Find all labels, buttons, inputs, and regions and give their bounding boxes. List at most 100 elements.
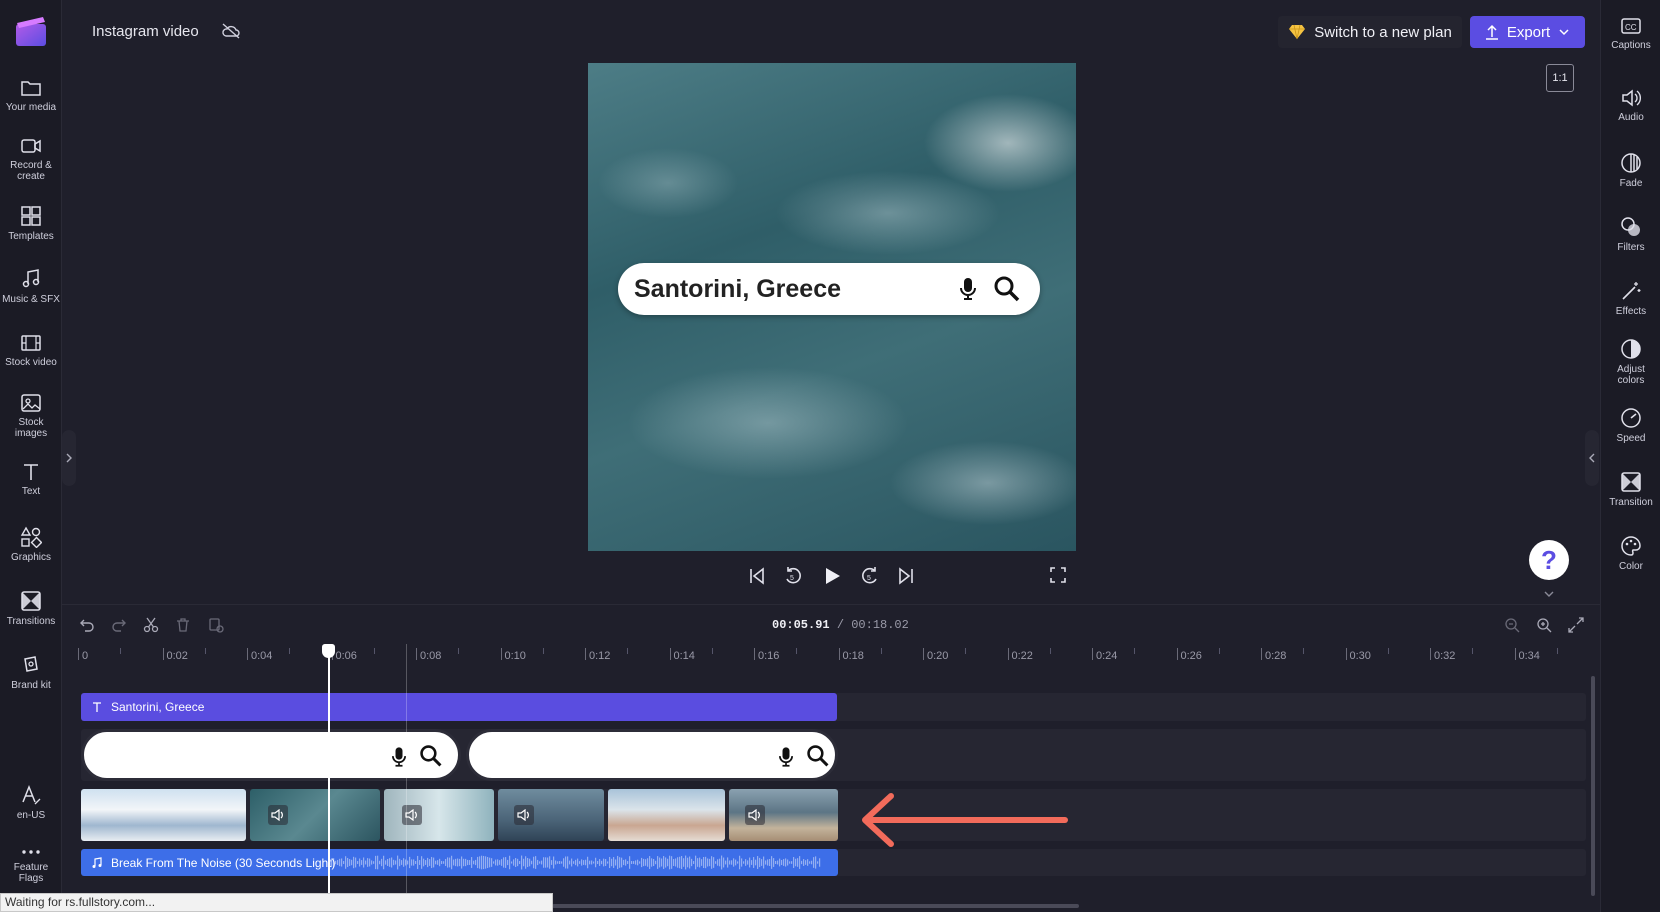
play-icon[interactable]: [822, 566, 842, 586]
video-clip[interactable]: [81, 789, 246, 841]
diamond-icon: [1289, 24, 1306, 40]
skip-to-start-icon[interactable]: [748, 566, 766, 586]
panel-filters[interactable]: Filters: [1601, 216, 1660, 253]
video-preview[interactable]: Santorini, Greece: [588, 63, 1076, 551]
panel-label: Color: [1619, 561, 1643, 572]
music-icon: [22, 269, 40, 288]
nav-label: Text: [21, 486, 41, 497]
overlay-clip[interactable]: [81, 729, 461, 781]
export-button[interactable]: Export: [1470, 16, 1585, 48]
feature-flags-button[interactable]: Feature Flags: [0, 846, 62, 884]
duplicate-icon[interactable]: [208, 617, 224, 633]
nav-brand-kit[interactable]: Brand kit: [0, 654, 62, 691]
rewind-5s-icon[interactable]: 5: [783, 566, 803, 586]
panel-label: Filters: [1617, 242, 1645, 253]
speaker-icon[interactable]: [514, 805, 534, 825]
ruler-tick: [78, 648, 79, 660]
playhead-handle[interactable]: [322, 644, 335, 658]
video-clip[interactable]: [498, 789, 604, 841]
timeline-ruler[interactable]: 0 0:02 0:04 0:06 0:08 0:10 0:12 0:14 0:16 0:18 0:2…: [78, 644, 1598, 668]
panel-transition[interactable]: Transition: [1601, 471, 1660, 508]
microphone-icon: [779, 747, 793, 767]
switch-plan-label: Switch to a new plan: [1314, 23, 1452, 41]
nav-label: Graphics: [10, 552, 51, 563]
switch-plan-button[interactable]: Switch to a new plan: [1278, 16, 1462, 48]
filters-icon: [1621, 217, 1640, 236]
video-clip[interactable]: [384, 789, 494, 841]
left-panel-expand-handle[interactable]: [62, 430, 76, 486]
nav-label: Record & create: [10, 160, 52, 182]
zoom-in-icon[interactable]: [1536, 617, 1552, 633]
nav-stock-images[interactable]: Stock images: [0, 393, 62, 439]
panel-effects[interactable]: Effects: [1601, 280, 1660, 317]
help-button[interactable]: ?: [1529, 540, 1569, 580]
nav-label: Brand kit: [11, 680, 51, 691]
redo-icon[interactable]: [111, 617, 127, 633]
video-clip[interactable]: [250, 789, 380, 841]
speaker-icon[interactable]: [402, 805, 422, 825]
export-label: Export: [1506, 23, 1551, 41]
skip-to-end-icon[interactable]: [897, 566, 915, 586]
nav-templates[interactable]: Templates: [0, 205, 62, 242]
fit-timeline-icon[interactable]: [1568, 617, 1584, 633]
speaker-icon[interactable]: [268, 805, 288, 825]
chevron-down-icon[interactable]: [1543, 590, 1555, 598]
project-title[interactable]: Instagram video: [92, 23, 199, 40]
ruler-label: 0:32: [1434, 650, 1456, 662]
panel-color[interactable]: Color: [1601, 535, 1660, 572]
upload-icon: [1485, 24, 1498, 40]
preview-search-text: Santorini, Greece: [634, 275, 842, 303]
panel-fade[interactable]: Fade: [1601, 152, 1660, 189]
panel-label: Transition: [1609, 497, 1653, 508]
panel-audio[interactable]: Audio: [1601, 88, 1660, 123]
image-icon: [21, 394, 41, 412]
nav-transitions[interactable]: Transitions: [0, 590, 62, 627]
ruler-minor-tick: [711, 648, 713, 654]
search-icon: [420, 745, 442, 767]
ruler-tick: [500, 648, 502, 660]
ruler-minor-tick: [796, 648, 798, 654]
cloud-off-icon[interactable]: [221, 22, 241, 40]
panel-label: Captions: [1611, 40, 1651, 51]
right-panel-expand-handle[interactable]: [1585, 430, 1599, 486]
text-icon: [93, 702, 101, 712]
nav-record-create[interactable]: Record & create: [0, 136, 62, 182]
panel-adjust-colors[interactable]: Adjust colors: [1601, 338, 1660, 386]
trash-icon[interactable]: [175, 617, 191, 633]
panel-speed[interactable]: Speed: [1601, 407, 1660, 444]
video-clip[interactable]: [729, 789, 838, 841]
panel-captions[interactable]: CC Captions: [1601, 16, 1660, 51]
nav-stock-video[interactable]: Stock video: [0, 333, 62, 368]
feature-flags-label: Feature Flags: [13, 862, 49, 884]
panel-label: Effects: [1615, 306, 1647, 317]
audio-clip-label: Break From The Noise (30 Seconds Light): [111, 855, 336, 870]
forward-5s-icon[interactable]: 5: [860, 566, 880, 586]
film-icon: [21, 335, 41, 351]
ruler-label: 0:22: [1011, 650, 1033, 662]
playhead[interactable]: [328, 644, 330, 912]
nav-text[interactable]: Text: [0, 462, 62, 497]
cc-icon: CC: [1621, 18, 1641, 34]
preview-search-overlay: Santorini, Greece: [618, 263, 1040, 315]
svg-text:CC: CC: [1625, 23, 1637, 32]
timeline-vertical-scrollbar[interactable]: [1591, 676, 1595, 896]
ruler-tick: [669, 648, 671, 660]
language-button[interactable]: en-US: [0, 784, 62, 821]
nav-music-sfx[interactable]: Music & SFX: [0, 268, 62, 305]
ruler-minor-tick: [1472, 648, 1474, 654]
nav-your-media[interactable]: Your media: [0, 78, 62, 113]
overlay-clip[interactable]: [466, 729, 838, 781]
ruler-label: 0:28: [1265, 650, 1287, 662]
audio-clip[interactable]: Break From The Noise (30 Seconds Light): [81, 849, 838, 876]
timeline-horizontal-scrollbar[interactable]: [552, 904, 1079, 908]
undo-icon[interactable]: [79, 617, 95, 633]
aspect-ratio-button[interactable]: 1:1: [1546, 64, 1574, 92]
zoom-out-icon[interactable]: [1504, 617, 1520, 633]
nav-graphics[interactable]: Graphics: [0, 526, 62, 563]
text-clip[interactable]: Santorini, Greece: [81, 693, 837, 721]
video-clip[interactable]: [608, 789, 725, 841]
speaker-icon[interactable]: [745, 805, 765, 825]
brand-icon: [24, 656, 38, 672]
scissors-icon[interactable]: [143, 617, 159, 633]
fullscreen-icon[interactable]: [1049, 566, 1067, 584]
